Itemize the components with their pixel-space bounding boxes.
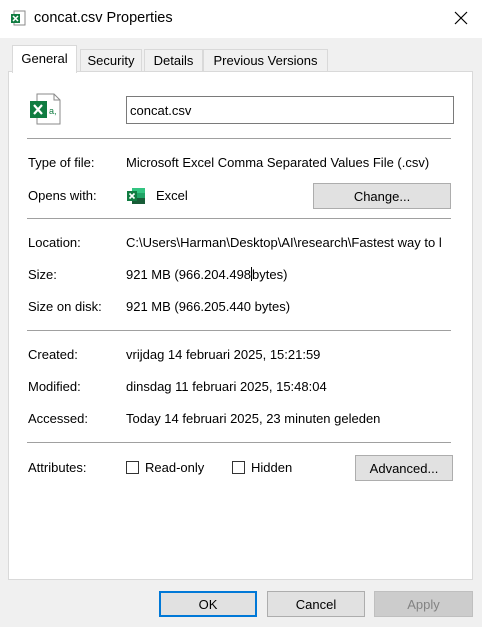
hidden-checkbox[interactable]	[232, 461, 245, 474]
svg-text:a,: a,	[49, 106, 57, 116]
opens-with-value: Excel	[156, 188, 188, 203]
file-name-input[interactable]	[126, 96, 454, 124]
type-label: Type of file:	[28, 155, 95, 170]
read-only-checkbox[interactable]	[126, 461, 139, 474]
size-value[interactable]: 921 MB (966.204.498bytes)	[126, 267, 287, 282]
separator	[27, 218, 451, 219]
advanced-button[interactable]: Advanced...	[355, 455, 453, 481]
type-value: Microsoft Excel Comma Separated Values F…	[126, 155, 430, 170]
close-button[interactable]	[448, 6, 474, 30]
general-panel	[8, 71, 473, 580]
apply-button[interactable]: Apply	[374, 591, 473, 617]
excel-csv-file-icon: a,	[28, 92, 62, 126]
created-value[interactable]: vrijdag 14 februari 2025, 15:21:59	[126, 347, 320, 362]
accessed-value[interactable]: Today 14 februari 2025, 23 minuten geled…	[126, 411, 380, 426]
excel-app-icon	[126, 186, 146, 206]
attributes-label: Attributes:	[28, 460, 87, 475]
separator	[27, 138, 451, 139]
ok-button[interactable]: OK	[159, 591, 257, 617]
accessed-label: Accessed:	[28, 411, 88, 426]
tab-general[interactable]: General	[12, 45, 77, 73]
excel-csv-file-icon	[10, 10, 26, 26]
size-on-disk-value[interactable]: 921 MB (966.205.440 bytes)	[126, 299, 290, 314]
window-title: concat.csv Properties	[34, 10, 173, 26]
tab-details[interactable]: Details	[144, 49, 203, 71]
size-value-main: 921 MB (966.204.498	[126, 267, 252, 282]
location-value[interactable]: C:\Users\Harman\Desktop\AI\research\Fast…	[126, 235, 454, 250]
size-value-unit: bytes)	[252, 267, 288, 282]
tab-security[interactable]: Security	[80, 49, 142, 71]
close-icon	[454, 11, 468, 25]
separator	[27, 442, 451, 443]
hidden-label[interactable]: Hidden	[251, 460, 292, 475]
modified-label: Modified:	[28, 379, 81, 394]
separator	[27, 330, 451, 331]
size-label: Size:	[28, 267, 57, 282]
opens-with-label: Opens with:	[28, 188, 97, 203]
location-label: Location:	[28, 235, 81, 250]
size-on-disk-label: Size on disk:	[28, 299, 102, 314]
created-label: Created:	[28, 347, 78, 362]
modified-value[interactable]: dinsdag 11 februari 2025, 15:48:04	[126, 379, 327, 394]
change-button[interactable]: Change...	[313, 183, 451, 209]
read-only-label[interactable]: Read-only	[145, 460, 204, 475]
tab-previous-versions[interactable]: Previous Versions	[203, 49, 328, 71]
cancel-button[interactable]: Cancel	[267, 591, 365, 617]
